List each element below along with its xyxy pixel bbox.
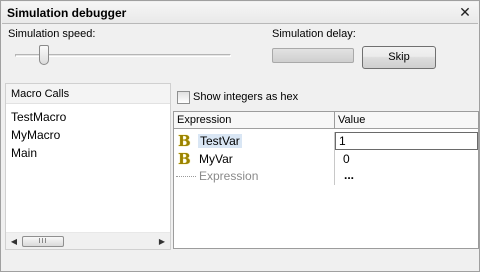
watch-grid: Expression Value B TestVar 1 B MyVar 0 E… xyxy=(173,111,479,249)
show-hex-checkbox[interactable] xyxy=(177,91,190,104)
bold-b-icon: B xyxy=(178,132,191,150)
variable-name: TestVar xyxy=(198,134,242,148)
grid-header: Expression Value xyxy=(174,112,478,129)
skip-button[interactable]: Skip xyxy=(362,46,436,69)
bold-b-icon: B xyxy=(178,150,191,168)
macro-item-mymacro[interactable]: MyMacro xyxy=(6,126,170,144)
scroll-thumb[interactable]: III xyxy=(22,236,64,247)
value-column-header[interactable]: Value xyxy=(335,112,478,129)
macro-calls-list: TestMacro MyMacro Main xyxy=(6,108,170,162)
simulation-speed-slider[interactable] xyxy=(11,45,233,67)
tree-line xyxy=(176,176,196,177)
simulation-debugger-window: Simulation debugger ✕ Simulation speed: … xyxy=(0,0,480,272)
expression-cell[interactable]: B TestVar xyxy=(174,132,335,150)
expression-column-header[interactable]: Expression xyxy=(174,112,335,129)
table-row[interactable]: B MyVar 0 xyxy=(174,150,478,168)
variable-name: MyVar xyxy=(199,152,233,166)
table-row[interactable]: Expression ... xyxy=(174,167,478,185)
value-cell[interactable]: 0 xyxy=(335,150,478,168)
macro-item-main[interactable]: Main xyxy=(6,144,170,162)
scroll-left-arrow-icon[interactable]: ◀ xyxy=(8,235,20,248)
slider-thumb[interactable] xyxy=(39,45,49,65)
macro-calls-header: Macro Calls xyxy=(6,84,170,104)
expression-cell[interactable]: Expression xyxy=(174,167,335,185)
simulation-speed-label: Simulation speed: xyxy=(8,28,96,40)
expression-cell[interactable]: B MyVar xyxy=(174,150,335,168)
window-title: Simulation debugger xyxy=(7,6,127,20)
show-hex-label[interactable]: Show integers as hex xyxy=(193,91,298,103)
horizontal-scrollbar[interactable]: ◀ III ▶ xyxy=(6,232,170,249)
bottom-strip xyxy=(2,252,478,271)
value-edit-field[interactable]: 1 xyxy=(335,132,478,150)
macro-item-testmacro[interactable]: TestMacro xyxy=(6,108,170,126)
simulation-delay-bar xyxy=(272,48,354,63)
simulation-delay-label: Simulation delay: xyxy=(272,28,356,40)
value-cell[interactable]: 1 xyxy=(335,132,478,150)
ellipsis-value: ... xyxy=(344,168,355,182)
table-row[interactable]: B TestVar 1 xyxy=(174,132,478,150)
value-cell[interactable]: ... xyxy=(335,167,478,185)
macro-calls-panel: Macro Calls TestMacro MyMacro Main ◀ III… xyxy=(5,83,171,250)
new-expression-placeholder[interactable]: Expression xyxy=(199,169,258,183)
title-bar[interactable]: Simulation debugger ✕ xyxy=(2,2,478,24)
variable-value: 0 xyxy=(343,152,350,166)
close-icon[interactable]: ✕ xyxy=(458,4,472,20)
scroll-right-arrow-icon[interactable]: ▶ xyxy=(156,235,168,248)
